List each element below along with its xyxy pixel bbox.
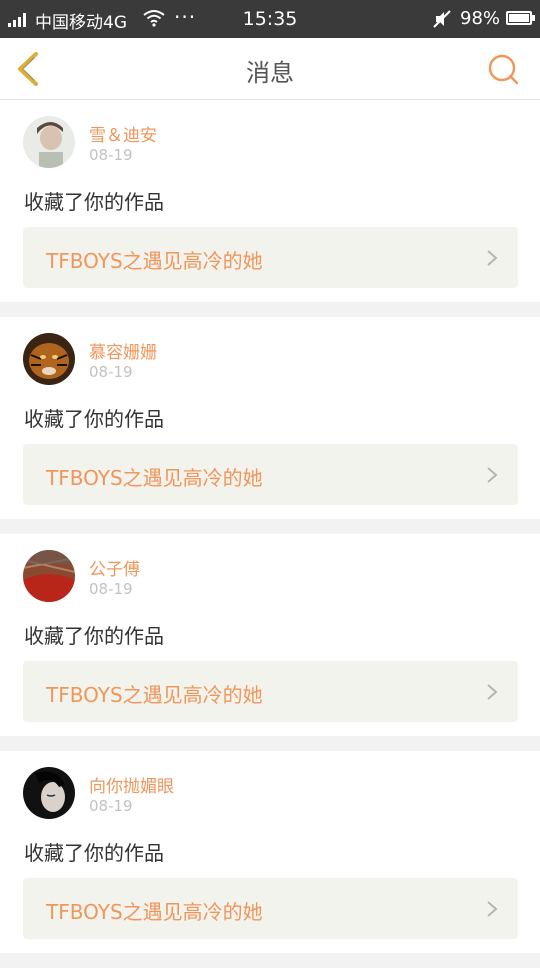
signal-icon (8, 13, 30, 27)
message-card: 慕容姗姗 08-19 收藏了你的作品 TFBOYS之遇见高冷的她 (0, 317, 540, 519)
username[interactable]: 公子傅 (89, 555, 140, 580)
status-bar: 中国移动4G ··· 15:35 98% (0, 0, 540, 38)
username[interactable]: 向你抛媚眼 (89, 772, 174, 797)
avatar[interactable] (23, 767, 75, 819)
page-title: 消息 (246, 59, 294, 87)
message-text: 收藏了你的作品 (24, 407, 164, 431)
work-title: TFBOYS之遇见高冷的她 (46, 466, 263, 490)
more-notifications-icon: ··· (174, 5, 197, 29)
navigation-bar: 消息 (0, 38, 540, 100)
avatar[interactable] (23, 116, 75, 168)
message-card: 雪＆迪安 08-19 收藏了你的作品 TFBOYS之遇见高冷的她 (0, 100, 540, 302)
chevron-right-icon (487, 901, 498, 917)
work-link[interactable]: TFBOYS之遇见高冷的她 (23, 661, 518, 722)
work-title: TFBOYS之遇见高冷的她 (46, 683, 263, 707)
message-date: 08-19 (89, 363, 133, 381)
username[interactable]: 雪＆迪安 (89, 121, 157, 146)
work-title: TFBOYS之遇见高冷的她 (46, 900, 263, 924)
message-text: 收藏了你的作品 (24, 624, 164, 648)
message-text: 收藏了你的作品 (24, 190, 164, 214)
battery-icon (506, 11, 532, 25)
chevron-right-icon (487, 684, 498, 700)
wifi-icon (143, 10, 165, 27)
work-link[interactable]: TFBOYS之遇见高冷的她 (23, 878, 518, 939)
work-link[interactable]: TFBOYS之遇见高冷的她 (23, 227, 518, 288)
chevron-right-icon (487, 250, 498, 266)
message-card: 公子傅 08-19 收藏了你的作品 TFBOYS之遇见高冷的她 (0, 534, 540, 736)
work-title: TFBOYS之遇见高冷的她 (46, 249, 263, 273)
message-date: 08-19 (89, 146, 133, 164)
mute-icon (433, 10, 451, 28)
message-date: 08-19 (89, 580, 133, 598)
avatar[interactable] (23, 333, 75, 385)
message-card: 向你抛媚眼 08-19 收藏了你的作品 TFBOYS之遇见高冷的她 (0, 751, 540, 953)
status-time: 15:35 (242, 8, 298, 30)
message-date: 08-19 (89, 797, 133, 815)
search-icon[interactable] (486, 52, 520, 86)
chevron-right-icon (487, 467, 498, 483)
avatar[interactable] (23, 550, 75, 602)
work-link[interactable]: TFBOYS之遇见高冷的她 (23, 444, 518, 505)
username[interactable]: 慕容姗姗 (89, 338, 157, 363)
message-list: 雪＆迪安 08-19 收藏了你的作品 TFBOYS之遇见高冷的她 慕容姗姗 08… (0, 100, 540, 968)
message-text: 收藏了你的作品 (24, 841, 164, 865)
battery-percent: 98% (460, 8, 501, 29)
carrier-label: 中国移动4G (35, 13, 127, 33)
